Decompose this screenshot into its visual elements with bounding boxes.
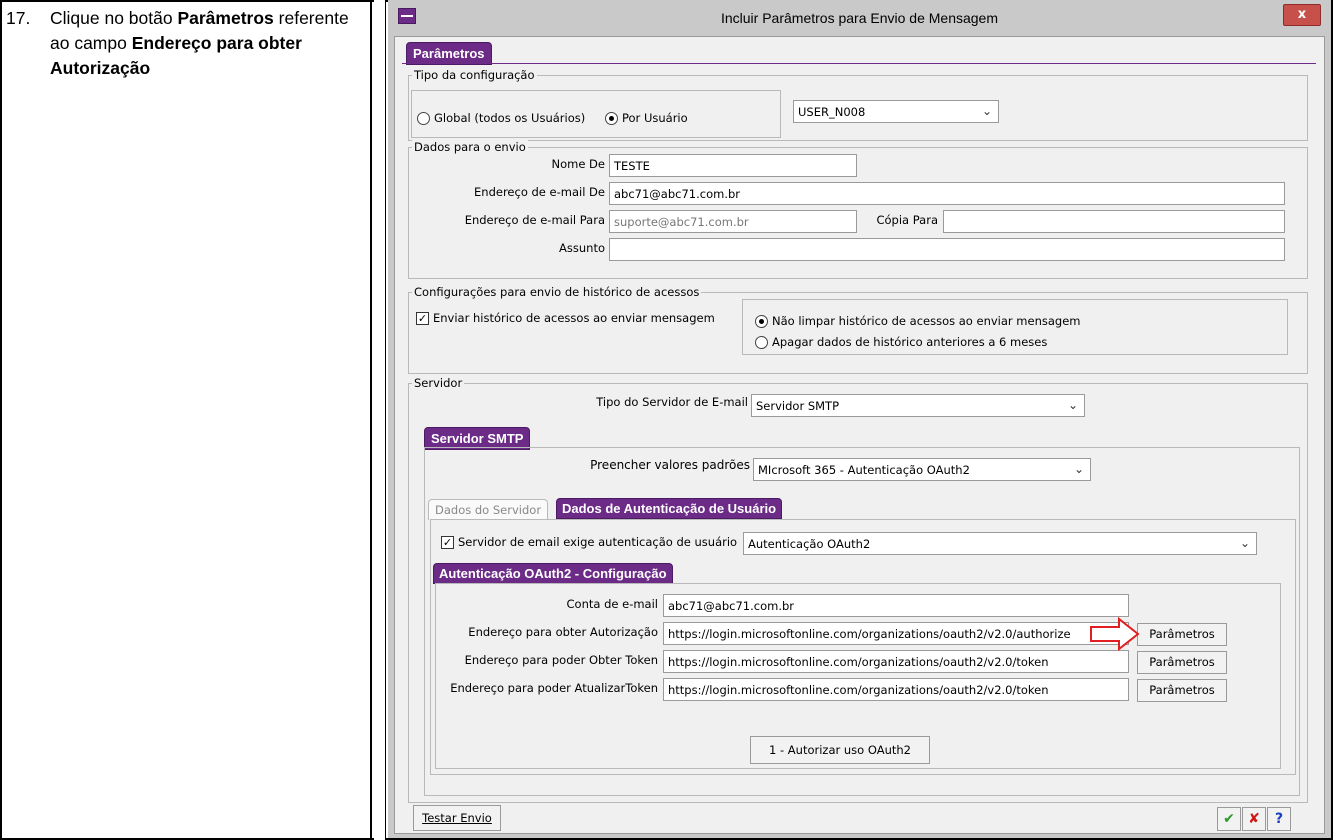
email-de-input[interactable]: abc71@abc71.com.br [609,182,1285,205]
autorizar-oauth-button[interactable]: 1 - Autorizar uso OAuth2 [750,736,930,764]
testar-envio-button[interactable]: Testar Envio [413,805,501,831]
tab-oauth-config[interactable]: Autenticação OAuth2 - Configuração [433,563,673,584]
x-icon[interactable]: ✘ [1242,807,1266,831]
tab-dados-servidor[interactable]: Dados do Servidor [428,499,549,520]
autorizacao-input[interactable]: https://login.microsoftonline.com/organi… [663,622,1129,645]
parametros-token-button[interactable]: Parâmetros [1137,651,1227,674]
tab-dados-autenticacao[interactable]: Dados de Autenticação de Usuário [556,498,783,519]
tipo-servidor-label: Tipo do Servidor de E-mail [596,395,748,409]
tipo-servidor-value: Servidor SMTP [756,399,840,413]
autorizacao-label: Endereço para obter Autorização [468,625,658,639]
chevron-down-icon: ⌄ [1239,536,1250,550]
legend-servidor: Servidor [412,376,465,390]
conta-input[interactable]: abc71@abc71.com.br [663,594,1129,617]
exige-auth-label: Servidor de email exige autenticação de … [458,535,738,549]
chevron-down-icon: ⌄ [1067,398,1078,412]
exige-auth-checkbox[interactable]: ✓ [441,536,454,549]
tab-underline [402,63,1316,64]
preencher-select[interactable]: MIcrosoft 365 - Autenticação OAuth2 ⌄ [753,458,1091,481]
parametros-atualizar-button[interactable]: Parâmetros [1137,679,1227,702]
auth-type-select[interactable]: Autenticação OAuth2 ⌄ [743,532,1257,555]
check-icon[interactable]: ✔ [1217,807,1241,831]
atualizar-input[interactable]: https://login.microsoftonline.com/organi… [663,678,1129,701]
instruction-bold1: Parâmetros [177,8,274,28]
dialog-window: Incluir Parâmetros para Envio de Mensage… [388,0,1331,838]
legend-dados: Dados para o envio [412,140,528,154]
auth-type-value: Autenticação OAuth2 [748,537,871,551]
token-input[interactable]: https://login.microsoftonline.com/organi… [663,650,1129,673]
assunto-label: Assunto [559,241,605,255]
step-number: 17. [6,8,31,28]
dialog-client: Parâmetros Tipo da configuração Global (… [394,36,1325,834]
enviar-historico-checkbox[interactable]: ✓ [416,312,429,325]
conta-label: Conta de e-mail [566,597,658,611]
radio-por-usuario[interactable] [605,112,618,125]
instruction-text: 17. Clique no botão Parâmetros referente… [6,6,366,81]
window-title: Incluir Parâmetros para Envio de Mensage… [720,10,999,26]
atualizar-label: Endereço para poder AtualizarToken [450,681,658,695]
nome-de-label: Nome De [551,157,605,171]
radio-global-label: Global (todos os Usuários) [434,111,586,125]
preencher-label: Preencher valores padrões [590,458,750,472]
chevron-down-icon: ⌄ [1073,462,1084,476]
email-para-input[interactable]: suporte@abc71.com.br [609,210,857,233]
enviar-historico-label: Enviar histórico de acessos ao enviar me… [433,311,715,325]
preencher-value: MIcrosoft 365 - Autenticação OAuth2 [758,463,970,477]
copia-input[interactable] [943,210,1285,233]
parametros-autorizacao-button[interactable]: Parâmetros [1137,623,1227,646]
radio-apagar[interactable] [755,336,768,349]
cell-gap [374,0,386,840]
instruction-cell: 17. Clique no botão Parâmetros referente… [0,0,372,840]
email-de-label: Endereço de e-mail De [474,185,605,199]
tipo-servidor-select[interactable]: Servidor SMTP ⌄ [751,394,1085,417]
chevron-down-icon: ⌄ [981,104,992,118]
assunto-input[interactable] [609,238,1285,261]
copia-label: Cópia Para [876,213,938,227]
legend-tipo: Tipo da configuração [412,68,537,82]
red-arrow-icon [1090,616,1140,652]
token-label: Endereço para poder Obter Token [464,653,658,667]
instruction-part1: Clique no botão [50,8,178,28]
tab-parametros[interactable]: Parâmetros [406,42,492,65]
radio-nao-limpar[interactable] [755,315,768,328]
user-select[interactable]: USER_N008 ⌄ [793,100,999,123]
nome-de-input[interactable]: TESTE [609,154,857,177]
email-para-label: Endereço de e-mail Para [464,213,605,227]
close-button[interactable]: x [1283,4,1321,26]
legend-historico: Configurações para envio de histórico de… [412,285,702,299]
question-icon[interactable]: ? [1267,807,1291,831]
title-bar: Incluir Parâmetros para Envio de Mensage… [388,0,1331,36]
radio-apagar-label: Apagar dados de histórico anteriores a 6… [772,335,1048,349]
radio-nao-limpar-label: Não limpar histórico de acessos ao envia… [772,314,1081,328]
radio-global[interactable] [417,112,430,125]
radio-por-usuario-label: Por Usuário [622,111,688,125]
user-select-value: USER_N008 [798,105,866,119]
